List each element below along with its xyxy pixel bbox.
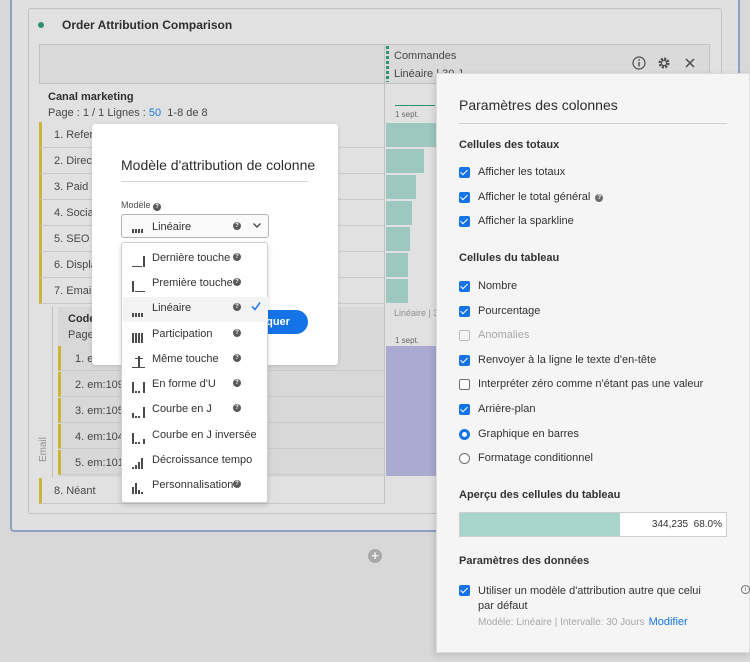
model-summary-text: Modèle: Linéaire | Intervalle: 30 Jours <box>478 617 645 628</box>
checkbox-icon[interactable] <box>459 355 470 366</box>
help-icon[interactable]: ? <box>233 379 241 387</box>
menu-item-j-curve[interactable]: Courbe en J ? <box>123 398 268 423</box>
same-touch-icon <box>132 356 146 371</box>
last-touch-icon <box>132 255 146 270</box>
first-touch-icon <box>132 280 146 295</box>
option-label: Afficher les totaux <box>478 166 566 178</box>
option-label: Anomalies <box>478 329 530 341</box>
info-icon[interactable]: i <box>741 585 750 594</box>
option-label: Afficher la sparkline <box>478 215 574 227</box>
help-icon[interactable]: ? <box>595 194 604 202</box>
custom-icon <box>132 482 146 497</box>
help-icon[interactable]: ? <box>233 404 241 412</box>
menu-item-label: Décroissance tempo <box>152 454 253 466</box>
menu-item-linear[interactable]: Linéaire ? <box>123 297 268 322</box>
option-label: Afficher le total général? <box>478 191 604 203</box>
menu-item-last-touch[interactable]: Dernière touche ? <box>123 247 268 272</box>
linear-icon <box>132 305 146 320</box>
help-icon[interactable]: ? <box>233 253 241 261</box>
menu-item-label: Participation <box>152 328 213 340</box>
option-label: Renvoyer à la ligne le texte d'en-tête <box>478 354 657 366</box>
option-label: Nombre <box>478 280 518 292</box>
menu-item-label: Courbe en J <box>152 403 212 415</box>
menu-item-label: Personnalisation <box>152 479 234 491</box>
table-cells-section-title: Cellules du tableau <box>459 252 560 264</box>
totals-section-title: Cellules des totaux <box>459 139 560 151</box>
help-icon[interactable]: ? <box>233 329 241 337</box>
help-icon[interactable]: ? <box>233 480 241 488</box>
help-icon[interactable]: ? <box>233 354 241 362</box>
time-decay-icon <box>132 457 146 472</box>
inverse-j-icon <box>132 432 146 447</box>
option-label: Interpréter zéro comme n'étant pas une v… <box>478 378 704 390</box>
checkbox-icon[interactable] <box>459 379 470 390</box>
checkbox-icon[interactable] <box>459 216 470 227</box>
radio-icon[interactable] <box>459 453 470 464</box>
radio-icon[interactable] <box>459 429 470 440</box>
checkbox-icon[interactable] <box>459 192 470 203</box>
preview-bar-fill <box>460 513 620 536</box>
chevron-down-icon <box>252 219 262 234</box>
menu-item-label: Dernière touche <box>152 252 231 264</box>
checkbox-icon <box>459 330 470 341</box>
info-icon[interactable] <box>632 56 646 73</box>
menu-item-first-touch[interactable]: Première touche ? <box>123 272 268 297</box>
checkbox-icon[interactable] <box>459 585 470 596</box>
cell-preview: 344,235 68.0% <box>459 512 727 537</box>
menu-item-u-shaped[interactable]: En forme d'U ? <box>123 373 268 398</box>
help-icon[interactable]: ? <box>233 278 241 286</box>
menu-item-same-touch[interactable]: Même touche ? <box>123 348 268 373</box>
menu-item-label: Linéaire <box>152 302 192 314</box>
close-icon[interactable] <box>683 56 697 73</box>
menu-item-time-decay[interactable]: Décroissance tempo <box>123 449 268 474</box>
menu-item-participation[interactable]: Participation ? <box>123 323 268 348</box>
u-shaped-icon <box>132 381 146 396</box>
menu-item-label: Courbe en J inversée <box>152 429 257 441</box>
dialog-divider <box>121 181 308 182</box>
modify-link[interactable]: Modifier <box>649 616 688 628</box>
dialog-title: Modèle d'attribution de colonne <box>121 157 316 173</box>
option-label-text: Afficher le total général <box>478 191 591 203</box>
checkbox-icon[interactable] <box>459 404 470 415</box>
checkbox-icon[interactable] <box>459 281 470 292</box>
checkmark-icon <box>251 300 261 314</box>
picker-value: Linéaire <box>152 221 192 233</box>
preview-section-title: Aperçu des cellules du tableau <box>459 489 621 501</box>
model-summary: Modèle: Linéaire | Intervalle: 30 Jours M… <box>478 616 688 628</box>
option-label: Pourcentage <box>478 305 541 317</box>
option-label: Formatage conditionnel <box>478 452 593 464</box>
data-section-title: Paramètres des données <box>459 555 590 567</box>
option-label: Graphique en barres <box>478 428 579 440</box>
help-icon[interactable]: ? <box>233 303 241 311</box>
column-settings-panel: Paramètres des colonnes Cellules des tot… <box>436 73 750 653</box>
model-field-label: Modèle ? <box>121 200 162 211</box>
help-icon[interactable]: ? <box>153 203 162 211</box>
menu-item-custom[interactable]: Personnalisation ? <box>123 474 268 499</box>
preview-percent: 68.0% <box>693 519 722 530</box>
linear-icon <box>132 224 146 236</box>
option-label: Utiliser un modèle d'attribution autre q… <box>478 585 701 612</box>
gear-icon[interactable] <box>657 56 671 73</box>
settings-title: Paramètres des colonnes <box>459 97 618 113</box>
checkbox-icon[interactable] <box>459 167 470 178</box>
model-picker[interactable]: Linéaire ? <box>121 214 269 238</box>
model-field-label-text: Modèle <box>121 200 151 210</box>
help-icon[interactable]: ? <box>233 222 241 230</box>
settings-divider <box>459 123 727 124</box>
menu-item-inverse-j[interactable]: Courbe en J inversée <box>123 424 268 449</box>
j-curve-icon <box>132 406 146 421</box>
participation-icon <box>132 331 146 346</box>
menu-item-label: Première touche <box>152 277 233 289</box>
preview-number: 344,235 <box>651 519 689 530</box>
menu-item-label: En forme d'U <box>152 378 216 390</box>
preview-value: 344,235 68.0% <box>652 519 722 530</box>
option-label: Arrière-plan <box>478 403 536 415</box>
checkbox-icon[interactable] <box>459 306 470 317</box>
menu-item-label: Même touche <box>152 353 219 365</box>
model-dropdown-menu: Dernière touche ? Première touche ? Liné… <box>121 242 268 503</box>
